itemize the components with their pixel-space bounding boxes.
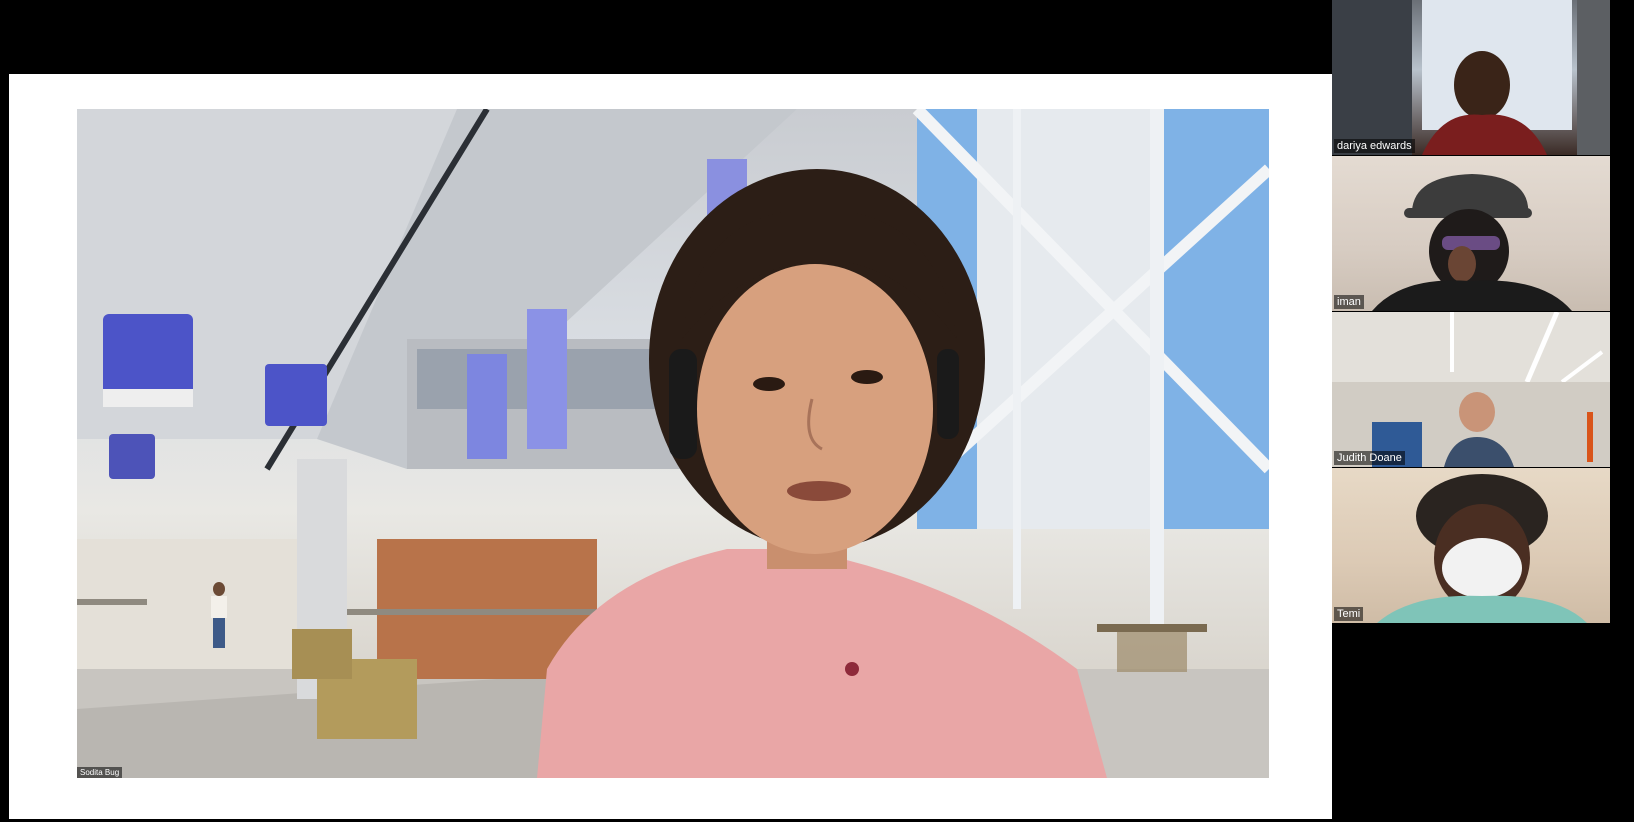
- shared-screen-area: Sodita Bug: [9, 74, 1332, 819]
- active-speaker-video[interactable]: Sodita Bug: [77, 109, 1269, 778]
- participant-gallery: dariya edwards iman Judith Doane Temi: [1332, 0, 1612, 624]
- active-speaker-name: Sodita Bug: [77, 767, 123, 778]
- speaker-silhouette: [537, 169, 1107, 778]
- participant-tile[interactable]: Judith Doane: [1332, 312, 1610, 467]
- participant-name: Judith Doane: [1334, 451, 1405, 465]
- participant-video: [1332, 312, 1610, 467]
- participant-name: Temi: [1334, 607, 1364, 621]
- participant-tile[interactable]: Temi: [1332, 468, 1610, 623]
- participant-tile[interactable]: iman: [1332, 156, 1610, 311]
- participant-name: dariya edwards: [1334, 139, 1415, 153]
- participant-video: [1377, 474, 1587, 623]
- participant-video: [1332, 0, 1610, 155]
- participant-video: [1372, 174, 1572, 311]
- participant-name: iman: [1334, 295, 1364, 309]
- participant-tile[interactable]: dariya edwards: [1332, 0, 1610, 155]
